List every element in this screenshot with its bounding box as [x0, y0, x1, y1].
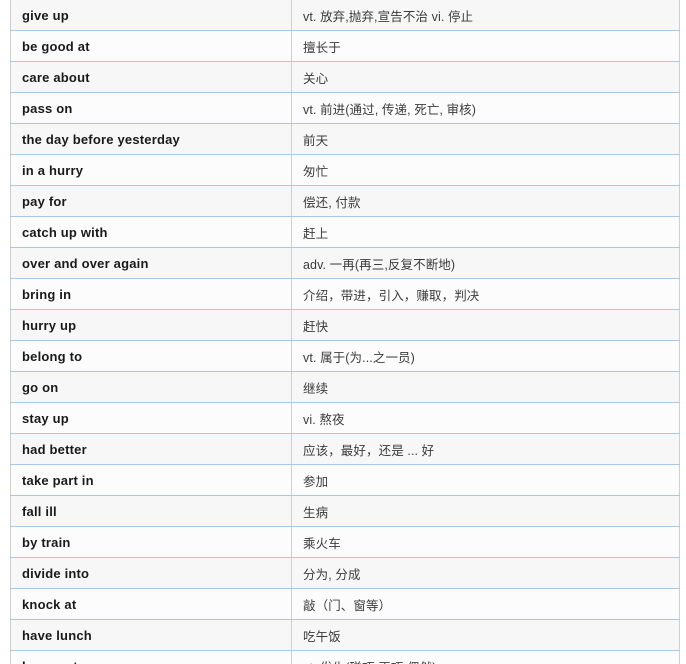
table-row[interactable]: hurry up 赶快	[10, 309, 680, 341]
phrase-term-cell: hurry up	[10, 309, 292, 341]
phrase-definition-cell: adv. 一再(再三,反复不断地)	[291, 247, 680, 279]
phrase-definition-cell: 偿还, 付款	[291, 185, 680, 217]
phrase-definition-cell: 参加	[291, 464, 680, 496]
phrase-definition-table: give up vt. 放弃,抛弃,宣告不治 vi. 停止 be good at 擅长…	[10, 0, 680, 664]
phrase-definition-cell: vt. 发生(碰巧,正巧,偶然)	[291, 650, 680, 664]
phrase-definition-cell: vt. 前进(通过, 传递, 死亡, 审核)	[291, 92, 680, 124]
table-row[interactable]: fall ill 生病	[10, 495, 680, 527]
phrase-definition-cell: 关心	[291, 61, 680, 93]
table-row[interactable]: care about 关心	[10, 61, 680, 93]
phrase-definition-cell: 擅长于	[291, 30, 680, 62]
phrase-definition-cell: 应该，最好，还是 ... 好	[291, 433, 680, 465]
phrase-definition-cell: vt. 放弃,抛弃,宣告不治 vi. 停止	[291, 0, 680, 31]
table-row[interactable]: be good at 擅长于	[10, 30, 680, 62]
phrase-table-body: give up vt. 放弃,抛弃,宣告不治 vi. 停止 be good at 擅长…	[10, 0, 680, 664]
phrase-definition-cell: 生病	[291, 495, 680, 527]
phrase-definition-cell: 介绍，带进，引入，赚取，判决	[291, 278, 680, 310]
phrase-term-cell: divide into	[10, 557, 292, 589]
phrase-term-cell: give up	[10, 0, 292, 31]
phrase-term-cell: the day before yesterday	[10, 123, 292, 155]
phrase-term-cell: in a hurry	[10, 154, 292, 186]
phrase-definition-cell: 敲（门、窗等）	[291, 588, 680, 620]
phrase-definition-cell: 分为, 分成	[291, 557, 680, 589]
phrase-term-cell: catch up with	[10, 216, 292, 248]
phrase-table-container: give up vt. 放弃,抛弃,宣告不治 vi. 停止 be good at 擅长…	[0, 0, 686, 664]
table-row[interactable]: take part in 参加	[10, 464, 680, 496]
phrase-term-cell: bring in	[10, 278, 292, 310]
table-row[interactable]: divide into 分为, 分成	[10, 557, 680, 589]
table-row[interactable]: the day before yesterday 前天	[10, 123, 680, 155]
phrase-definition-cell: 继续	[291, 371, 680, 403]
phrase-term-cell: belong to	[10, 340, 292, 372]
phrase-term-cell: stay up	[10, 402, 292, 434]
table-row[interactable]: stay up vi. 熬夜	[10, 402, 680, 434]
table-row[interactable]: had better 应该，最好，还是 ... 好	[10, 433, 680, 465]
phrase-term-cell: happen to	[10, 650, 292, 664]
phrase-term-cell: be good at	[10, 30, 292, 62]
phrase-term-cell: pay for	[10, 185, 292, 217]
phrase-definition-cell: vt. 属于(为...之一员)	[291, 340, 680, 372]
phrase-definition-cell: 乘火车	[291, 526, 680, 558]
phrase-term-cell: go on	[10, 371, 292, 403]
phrase-term-cell: had better	[10, 433, 292, 465]
table-row[interactable]: give up vt. 放弃,抛弃,宣告不治 vi. 停止	[10, 0, 680, 31]
phrase-term-cell: over and over again	[10, 247, 292, 279]
table-row[interactable]: catch up with 赶上	[10, 216, 680, 248]
phrase-definition-cell: 前天	[291, 123, 680, 155]
table-row[interactable]: in a hurry 匆忙	[10, 154, 680, 186]
phrase-definition-cell: 匆忙	[291, 154, 680, 186]
phrase-term-cell: pass on	[10, 92, 292, 124]
phrase-term-cell: take part in	[10, 464, 292, 496]
table-row[interactable]: over and over again adv. 一再(再三,反复不断地)	[10, 247, 680, 279]
table-row[interactable]: pay for 偿还, 付款	[10, 185, 680, 217]
table-row[interactable]: pass on vt. 前进(通过, 传递, 死亡, 审核)	[10, 92, 680, 124]
phrase-term-cell: knock at	[10, 588, 292, 620]
phrase-definition-cell: 赶快	[291, 309, 680, 341]
phrase-definition-cell: 赶上	[291, 216, 680, 248]
table-row[interactable]: knock at 敲（门、窗等）	[10, 588, 680, 620]
table-row[interactable]: by train 乘火车	[10, 526, 680, 558]
table-row[interactable]: belong to vt. 属于(为...之一员)	[10, 340, 680, 372]
table-row[interactable]: have lunch 吃午饭	[10, 619, 680, 651]
phrase-term-cell: care about	[10, 61, 292, 93]
phrase-term-cell: fall ill	[10, 495, 292, 527]
table-row[interactable]: go on 继续	[10, 371, 680, 403]
phrase-definition-cell: vi. 熬夜	[291, 402, 680, 434]
phrase-term-cell: have lunch	[10, 619, 292, 651]
table-row[interactable]: bring in 介绍，带进，引入，赚取，判决	[10, 278, 680, 310]
table-row[interactable]: happen tovt. 发生(碰巧,正巧,偶然)	[10, 650, 680, 664]
phrase-definition-cell: 吃午饭	[291, 619, 680, 651]
phrase-term-cell: by train	[10, 526, 292, 558]
